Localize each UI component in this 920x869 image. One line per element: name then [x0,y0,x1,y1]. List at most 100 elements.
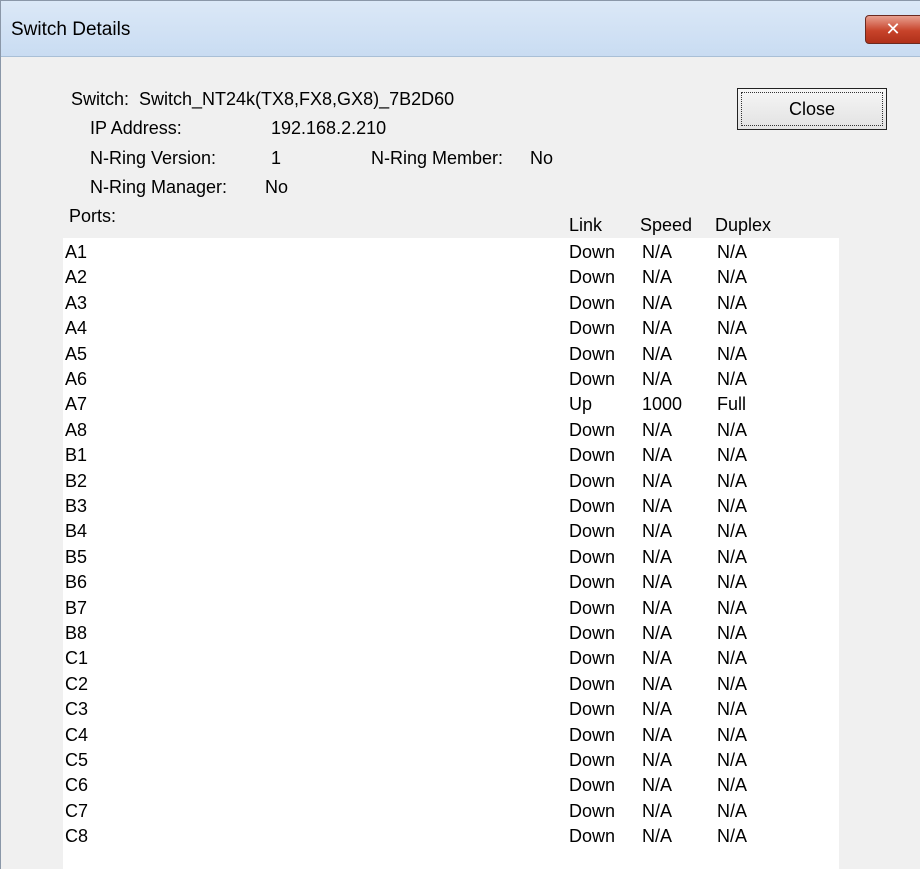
port-cell: B3 [65,496,88,516]
port-cell: C6 [65,775,89,796]
port-cell: B7 [65,597,88,618]
list-item[interactable]: A3 Down N/A N/A [63,293,839,317]
port-cell: B6 [65,572,88,593]
title-bar: Switch Details ✕ [1,1,920,57]
duplex-cell: N/A [717,242,748,262]
ports-list[interactable]: A1 Down N/A N/A A2 Down N/A N/A A3 Down N/A N/A A4 Do… [63,238,839,869]
switch-name: Switch_NT24k(TX8,FX8,GX8)_7B2D60 [139,89,455,109]
list-item[interactable]: B6 Down N/A N/A [63,572,839,596]
list-item[interactable]: C2 Down N/A N/A [63,674,839,698]
close-window-icon[interactable]: ✕ [865,15,920,44]
list-item[interactable]: B7 Down N/A N/A [63,598,839,622]
list-item[interactable]: C6 Down N/A N/A [63,775,839,799]
duplex-cell: N/A [717,699,748,720]
link-cell: Down [569,648,616,669]
list-item[interactable]: B5 Down N/A N/A [63,547,839,571]
close-button-label: Close [741,92,883,126]
speed-cell: N/A [642,470,673,491]
list-item[interactable]: B2 Down N/A N/A [63,471,839,495]
duplex-cell: N/A [717,648,748,669]
duplex-cell: N/A [717,623,748,643]
link-cell: Down [569,343,616,364]
link-cell: Down [569,242,616,262]
close-button[interactable]: Close [737,88,887,130]
speed-cell: N/A [642,292,673,313]
speed-cell: N/A [642,496,673,516]
link-cell: Down [569,699,616,720]
list-item[interactable]: C1 Down N/A N/A [63,648,839,672]
speed-cell: N/A [642,419,673,440]
duplex-cell: Full [717,394,747,415]
list-item[interactable]: A7 Up 1000 Full [63,394,839,418]
switch-details-dialog: Switch Details ✕ Switch: Switch_NT24k(TX… [0,0,920,869]
ip-address-value: 192.168.2.210 [271,118,387,138]
speed-cell: N/A [642,546,673,567]
speed-cell: N/A [642,724,673,745]
port-cell: C4 [65,724,89,745]
port-cell: A8 [65,419,88,440]
list-item[interactable]: C7 Down N/A N/A [63,801,839,825]
list-item[interactable]: B4 Down N/A N/A [63,521,839,545]
window-title: Switch Details [11,19,131,40]
list-item[interactable]: C8 Down N/A N/A [63,826,839,850]
speed-cell: N/A [642,750,673,770]
link-cell: Down [569,292,616,313]
port-cell: A3 [65,292,88,313]
port-cell: B1 [65,445,88,466]
duplex-cell: N/A [717,267,748,288]
duplex-cell: N/A [717,750,748,770]
port-cell: A1 [65,242,88,262]
speed-cell: N/A [642,369,673,389]
list-item[interactable]: B8 Down N/A N/A [63,623,839,647]
duplex-cell: N/A [717,292,748,313]
duplex-cell: N/A [717,318,748,339]
list-item[interactable]: A2 Down N/A N/A [63,267,839,291]
speed-header: Speed [640,215,693,235]
list-item[interactable]: A6 Down N/A N/A [63,369,839,393]
link-cell: Down [569,496,616,516]
list-item[interactable]: B3 Down N/A N/A [63,496,839,520]
port-cell: C1 [65,648,89,669]
link-cell: Down [569,546,616,567]
list-item[interactable]: C5 Down N/A N/A [63,750,839,774]
speed-cell: N/A [642,318,673,339]
speed-cell: N/A [642,267,673,288]
duplex-cell: N/A [717,572,748,593]
duplex-cell: N/A [717,343,748,364]
link-cell: Down [569,572,616,593]
duplex-cell: N/A [717,470,748,491]
list-item[interactable]: C3 Down N/A N/A [63,699,839,723]
link-cell: Down [569,750,616,770]
duplex-cell: N/A [717,673,748,694]
list-item[interactable]: A1 Down N/A N/A [63,242,839,266]
speed-cell: N/A [642,242,673,262]
list-item[interactable]: A8 Down N/A N/A [63,420,839,444]
ip-address-label: IP Address: [90,118,182,138]
list-item[interactable]: A5 Down N/A N/A [63,344,839,368]
speed-cell: N/A [642,343,673,364]
n-ring-manager-label: N-Ring Manager: [90,177,228,197]
n-ring-manager-value: No [265,177,289,197]
speed-cell: N/A [642,572,673,593]
duplex-cell: N/A [717,597,748,618]
link-cell: Down [569,369,616,389]
duplex-cell: N/A [717,496,748,516]
duplex-cell: N/A [717,724,748,745]
link-cell: Up [569,394,593,415]
link-cell: Down [569,470,616,491]
link-cell: Down [569,318,616,339]
speed-cell: N/A [642,699,673,720]
duplex-cell: N/A [717,521,748,542]
link-cell: Down [569,267,616,288]
port-cell: C8 [65,826,89,847]
duplex-cell: N/A [717,826,748,847]
list-item[interactable]: C4 Down N/A N/A [63,725,839,749]
list-item[interactable]: A4 Down N/A N/A [63,318,839,342]
speed-cell: N/A [642,800,673,821]
n-ring-member-value: No [530,148,554,168]
list-item[interactable]: B1 Down N/A N/A [63,445,839,469]
port-cell: A2 [65,267,88,288]
link-cell: Down [569,623,616,643]
port-cell: B5 [65,546,88,567]
link-cell: Down [569,673,616,694]
